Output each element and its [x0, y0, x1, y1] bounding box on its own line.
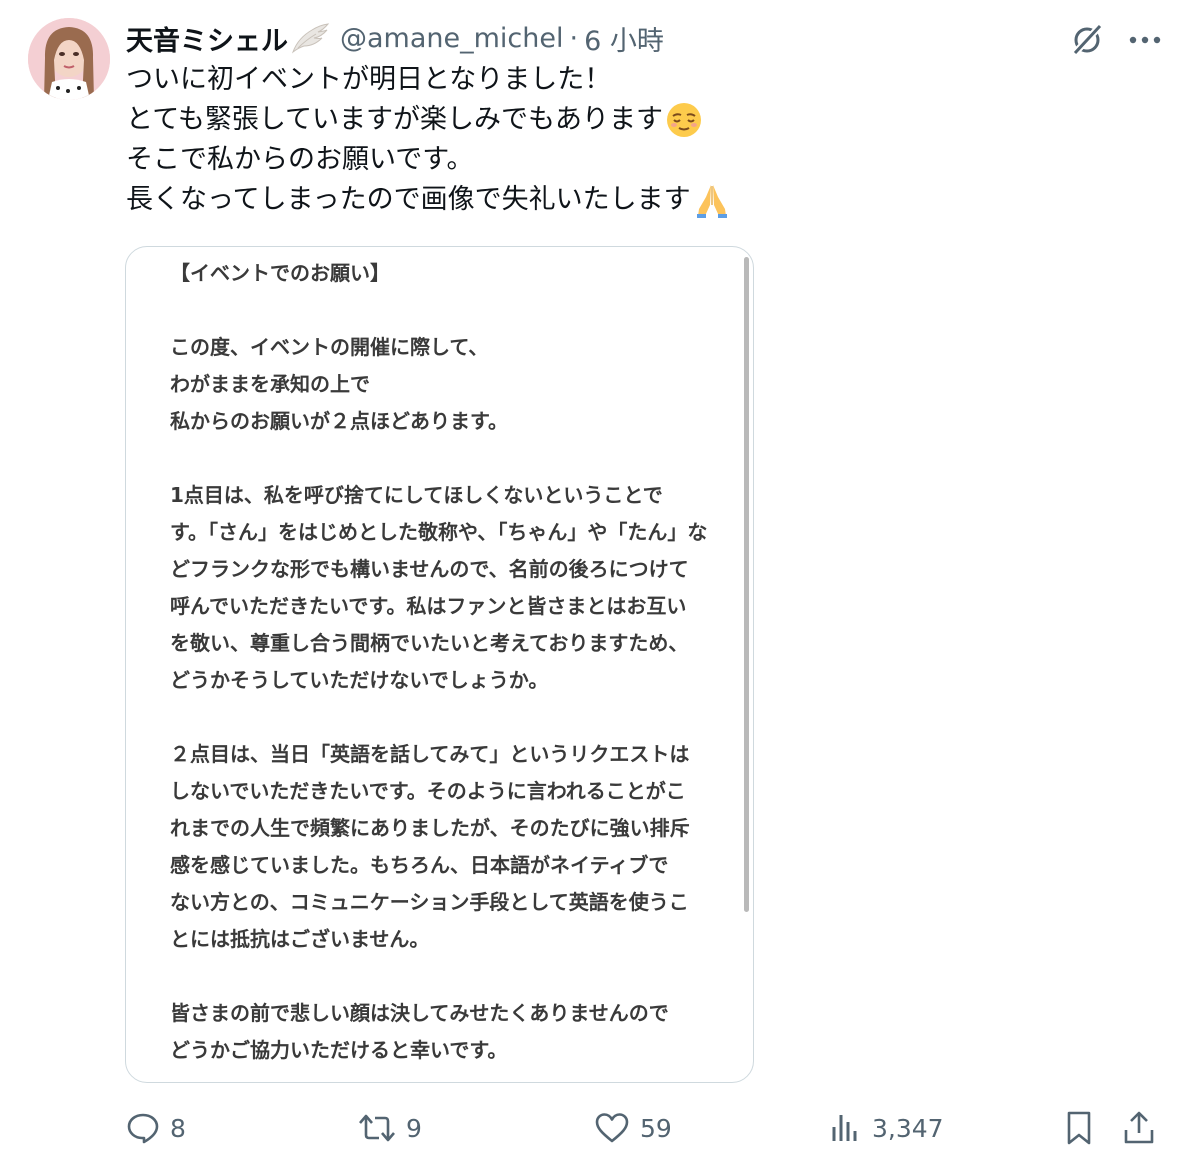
- folded-hands-icon: [693, 181, 731, 219]
- image-text-line: 呼んでいただきたいです。私はファンと皆さまとはお互い: [170, 594, 687, 618]
- image-text-line: とには抵抗はございません。: [170, 927, 430, 951]
- image-text-line: わがままを承知の上で: [170, 372, 370, 396]
- image-scrollbar[interactable]: [744, 257, 749, 912]
- tweet-image[interactable]: 【イベントでのお願い】 この度、イベントの開催に際して、 わがままを承知の上で …: [125, 246, 754, 1083]
- image-text-line: どフランクな形でも構いませんので、名前の後ろにつけて: [170, 557, 689, 581]
- tweet-line-text: ついに初イベントが明日となりました！: [126, 64, 612, 95]
- top-icons: [1067, 20, 1165, 60]
- share-button[interactable]: [1122, 1104, 1156, 1152]
- image-text-line: 感を感じていました。もちろん、日本語がネイティブで: [170, 853, 669, 877]
- tweet-line: とても緊張していますが楽しみでもあります: [126, 100, 786, 140]
- separator-dot: ·: [569, 22, 579, 54]
- views-icon: [832, 1115, 857, 1141]
- image-text-line: 私からのお願いが２点ほどあります。: [170, 409, 508, 433]
- tweet-line: ついに初イベントが明日となりました！: [126, 60, 786, 100]
- retweet-button[interactable]: 9: [358, 1104, 422, 1152]
- image-text-line: を敬い、尊重し合う間柄でいたいと考えておりますため、: [170, 631, 689, 655]
- image-title: 【イベントでのお願い】: [170, 261, 390, 285]
- like-button[interactable]: 59: [594, 1104, 672, 1152]
- tweet-line-text: 長くなってしまったので画像で失礼いたします: [126, 184, 691, 215]
- image-text-line: す。「さん」をはじめとした敬称や、「ちゃん」や「たん」な: [170, 520, 708, 544]
- action-bar: 8 9 59 3,347: [126, 1104, 1166, 1152]
- tweet-line-text: そこで私からのお願いです。: [126, 144, 474, 175]
- display-name[interactable]: 天音ミシェル: [126, 19, 288, 58]
- wing-icon: [290, 22, 330, 54]
- avatar[interactable]: [28, 18, 110, 100]
- tweet-line: そこで私からのお願いです。: [126, 140, 786, 180]
- image-text-line: 1点目は、私を呼び捨てにしてほしくないということで: [170, 483, 663, 507]
- image-text-line: どうかそうしていただけないでしょうか。: [170, 668, 549, 692]
- reply-icon: [127, 1113, 159, 1144]
- tweet-text: ついに初イベントが明日となりました！ とても緊張していますが楽しみでもあります …: [126, 60, 786, 220]
- image-text-line: この度、イベントの開催に際して、: [170, 335, 489, 359]
- image-text: 【イベントでのお願い】 この度、イベントの開催に際して、 わがままを承知の上で …: [170, 255, 730, 1069]
- retweet-count: 9: [406, 1113, 422, 1143]
- tweet-header: 天音ミシェル @amane_michel · 6 小時: [126, 18, 664, 58]
- bookmark-icon: [1067, 1111, 1091, 1145]
- tweet-line-text: とても緊張していますが楽しみでもあります: [126, 104, 664, 135]
- post-time[interactable]: 6 小時: [584, 19, 664, 58]
- grok-icon[interactable]: [1067, 20, 1107, 60]
- image-text-line: しないでいただきたいです。そのように言われることがこ: [170, 779, 686, 803]
- image-text-line: ない方との、コミュニケーション手段として英語を使うこ: [170, 890, 689, 914]
- image-text-line: ２点目は、当日「英語を話してみて」というリクエストは: [170, 742, 690, 766]
- image-text-line: どうかご協力いただけると幸いです。: [170, 1038, 508, 1062]
- tweet-line: 長くなってしまったので画像で失礼いたします: [126, 180, 786, 220]
- image-text-line: れまでの人生で頻繁にありましたが、そのたびに強い排斥: [170, 816, 690, 840]
- reply-count: 8: [170, 1113, 186, 1143]
- views-button[interactable]: 3,347: [828, 1104, 944, 1152]
- bookmark-button[interactable]: [1062, 1104, 1096, 1152]
- like-count: 59: [640, 1113, 672, 1143]
- views-count: 3,347: [872, 1113, 944, 1143]
- user-handle[interactable]: @amane_michel: [340, 23, 564, 54]
- retweet-icon: [359, 1114, 395, 1142]
- more-options-icon[interactable]: [1125, 20, 1165, 60]
- heart-icon: [595, 1113, 629, 1143]
- relieved-face-icon: [665, 101, 703, 139]
- image-text-line: 皆さまの前で悲しい顔は決してみせたくありませんので: [170, 1001, 669, 1025]
- reply-button[interactable]: 8: [126, 1104, 186, 1152]
- share-icon: [1124, 1111, 1154, 1144]
